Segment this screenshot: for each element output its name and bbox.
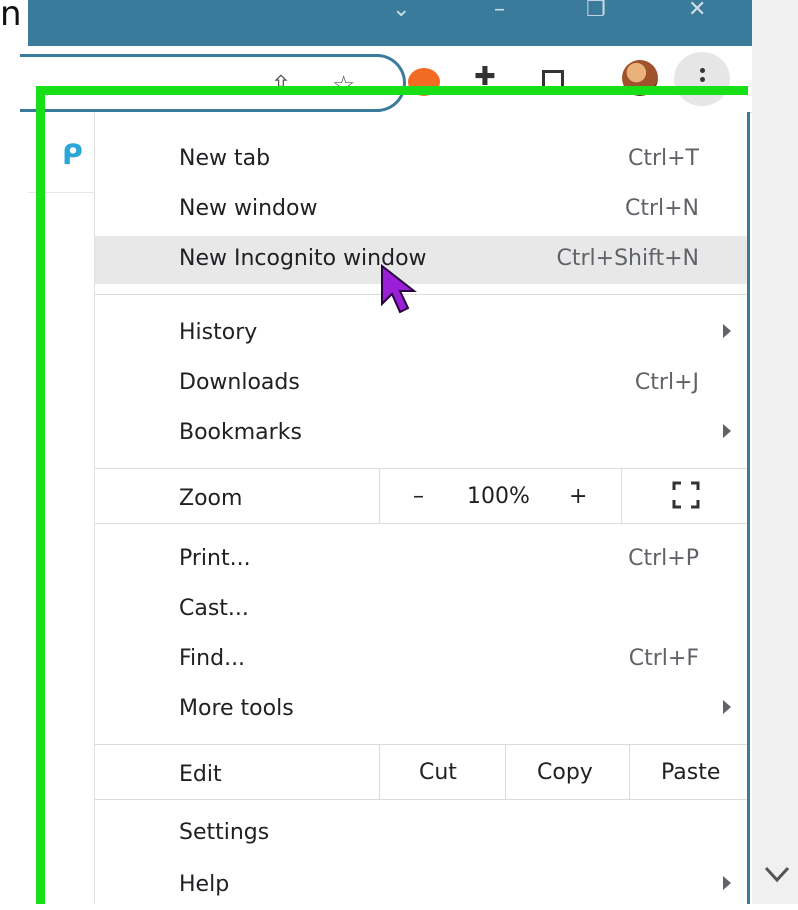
chevron-down-icon[interactable]: ⌄ <box>392 0 410 21</box>
menu-separator <box>95 523 747 524</box>
menu-item-label: Bookmarks <box>179 420 302 445</box>
zoom-divider <box>379 469 380 523</box>
submenu-arrow-icon <box>723 424 731 438</box>
menu-item-bookmarks[interactable]: Bookmarks <box>95 410 747 458</box>
menu-item-new-window[interactable]: New window Ctrl+N <box>95 186 747 234</box>
highlight-border-top <box>36 86 748 95</box>
menu-item-label: New tab <box>179 146 271 171</box>
copy-button[interactable]: Copy <box>537 760 593 785</box>
menu-item-cast[interactable]: Cast... <box>95 586 747 634</box>
menu-item-shortcut: Ctrl+F <box>628 646 699 671</box>
menu-item-label: Help <box>179 872 230 897</box>
menu-item-shortcut: Ctrl+Shift+N <box>556 246 699 271</box>
menu-separator <box>95 744 747 745</box>
highlight-border-left <box>36 86 45 904</box>
menu-item-find[interactable]: Find... Ctrl+F <box>95 636 747 684</box>
left-background: n <box>0 0 28 904</box>
edit-divider <box>379 745 380 799</box>
scroll-down-chevron-icon[interactable] <box>762 858 792 888</box>
menu-item-new-tab[interactable]: New tab Ctrl+T <box>95 136 747 184</box>
corner-letter: n <box>0 0 22 34</box>
minimize-icon[interactable]: – <box>494 0 505 21</box>
menu-item-label: History <box>179 320 258 345</box>
menu-item-shortcut: Ctrl+N <box>624 196 699 221</box>
menu-item-settings[interactable]: Settings <box>95 810 747 858</box>
menu-separator <box>95 468 747 469</box>
menu-item-label: Downloads <box>179 370 300 395</box>
zoom-label: Zoom <box>179 486 243 511</box>
graduation-cap-icon[interactable]: ᑭ <box>62 138 83 171</box>
paste-button[interactable]: Paste <box>661 760 720 785</box>
menu-item-label: Print... <box>179 546 251 571</box>
zoom-divider <box>621 469 622 523</box>
zoom-in-button[interactable]: + <box>569 484 587 509</box>
menu-item-print[interactable]: Print... Ctrl+P <box>95 536 747 584</box>
menu-item-shortcut: Ctrl+P <box>628 546 699 571</box>
menu-item-label: More tools <box>179 696 294 721</box>
submenu-arrow-icon <box>723 700 731 714</box>
fullscreen-icon[interactable] <box>671 480 701 510</box>
mouse-cursor-icon <box>381 264 417 314</box>
menu-item-label: Find... <box>179 646 246 671</box>
edit-divider <box>505 745 506 799</box>
chrome-main-menu: New tab Ctrl+T New window Ctrl+N New Inc… <box>94 112 750 904</box>
menu-item-more-tools[interactable]: More tools <box>95 686 747 734</box>
menu-item-downloads[interactable]: Downloads Ctrl+J <box>95 360 747 408</box>
menu-item-history[interactable]: History <box>95 310 747 358</box>
menu-item-shortcut: Ctrl+T <box>627 146 699 171</box>
menu-separator <box>95 799 747 800</box>
cut-button[interactable]: Cut <box>419 760 457 785</box>
restore-icon[interactable]: ❐ <box>586 0 606 21</box>
zoom-out-button[interactable]: – <box>413 484 424 509</box>
address-bar[interactable]: ⇪ ☆ <box>20 54 406 112</box>
menu-item-label: New window <box>179 196 318 221</box>
close-icon[interactable]: ✕ <box>688 0 706 21</box>
menu-item-label: Settings <box>179 820 270 845</box>
right-gutter <box>752 0 798 904</box>
menu-item-label: Cast... <box>179 596 249 621</box>
edit-label: Edit <box>179 762 222 787</box>
edit-divider <box>629 745 630 799</box>
kebab-menu-icon[interactable] <box>674 52 730 106</box>
title-bar: ⌄ – ❐ ✕ <box>28 0 752 46</box>
submenu-arrow-icon <box>723 876 731 890</box>
submenu-arrow-icon <box>723 324 731 338</box>
menu-item-help[interactable]: Help <box>95 862 747 910</box>
zoom-level: 100% <box>467 484 530 509</box>
browser-toolbar: ⇪ ☆ ✚ <box>20 46 752 113</box>
menu-item-shortcut: Ctrl+J <box>634 370 699 395</box>
